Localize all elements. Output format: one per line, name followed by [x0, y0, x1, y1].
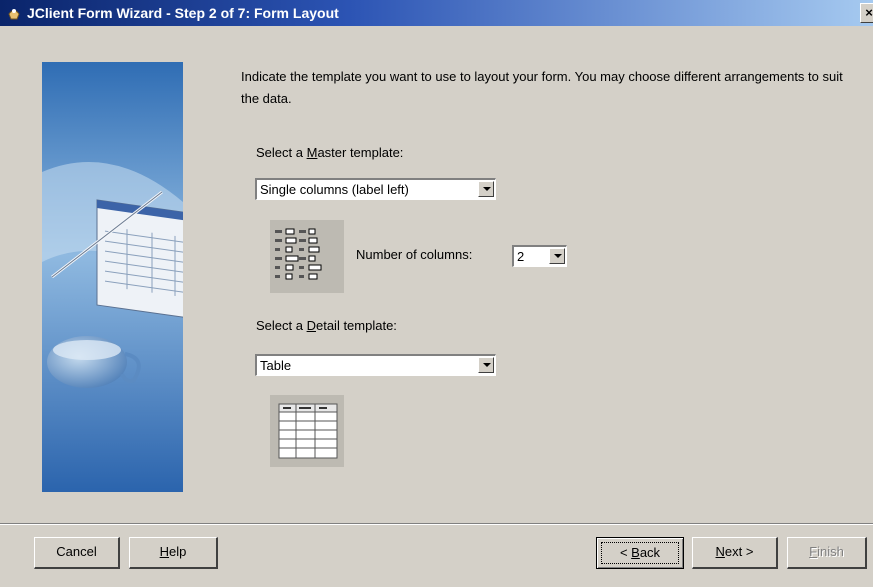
master-template-label: Select a Master template: [256, 145, 404, 160]
detail-template-select[interactable]: Table [255, 354, 496, 376]
master-template-value: Single columns (label left) [260, 182, 409, 197]
chevron-down-icon[interactable] [478, 357, 494, 373]
chevron-down-icon[interactable] [549, 248, 565, 264]
detail-template-label: Select a Detail template: [256, 318, 397, 333]
master-layout-preview-icon [270, 220, 344, 293]
intro-text: Indicate the template you want to use to… [241, 69, 843, 106]
window-title: JClient Form Wizard - Step 2 of 7: Form … [27, 5, 339, 21]
master-template-select[interactable]: Single columns (label left) [255, 178, 496, 200]
detail-layout-preview-icon [270, 395, 344, 467]
cancel-button[interactable]: Cancel [34, 537, 120, 569]
footer-divider-highlight [0, 524, 873, 525]
number-of-columns-select[interactable]: 2 [512, 245, 567, 267]
number-of-columns-value: 2 [517, 249, 525, 264]
help-button[interactable]: Help [129, 537, 218, 569]
title-bar: JClient Form Wizard - Step 2 of 7: Form … [0, 0, 873, 26]
next-button[interactable]: Next > [692, 537, 778, 569]
app-icon [8, 9, 20, 20]
wizard-illustration [42, 62, 183, 492]
number-of-columns-label: Number of columns: [356, 247, 473, 262]
chevron-down-icon[interactable] [478, 181, 494, 197]
finish-button[interactable]: Finish [787, 537, 867, 569]
close-button[interactable]: × [860, 3, 873, 23]
detail-template-value: Table [260, 358, 292, 373]
back-button[interactable]: < Back [596, 537, 684, 569]
